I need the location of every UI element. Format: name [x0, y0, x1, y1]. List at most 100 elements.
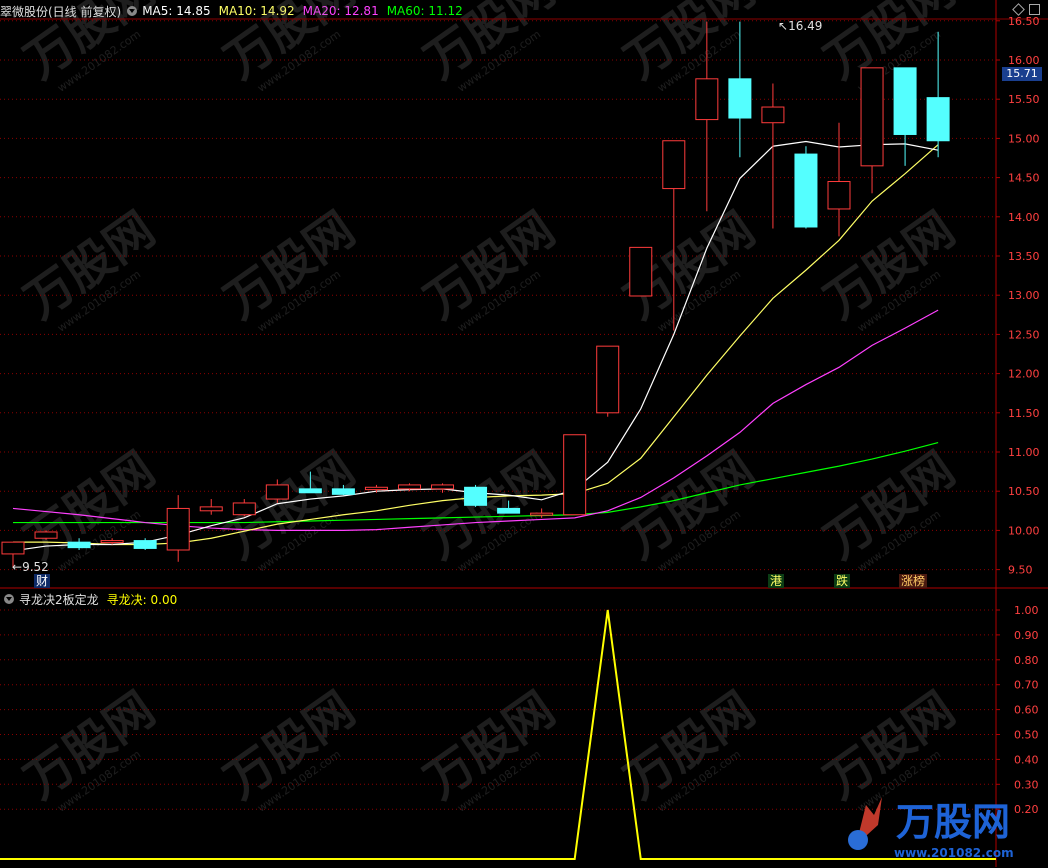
- candle-body: [563, 434, 587, 516]
- watermark-brand: 万股网: [15, 0, 165, 90]
- price-tick-label: 11.50: [1008, 407, 1040, 420]
- candle-body: [662, 140, 686, 190]
- logo-url-text: www.201082.com: [894, 846, 1014, 860]
- watermark: 万股网www.201082.com: [15, 681, 165, 814]
- chart-canvas[interactable]: 万股网www.201082.com 万股网www.201082.com 万股网www…: [0, 0, 1048, 867]
- watermark: 万股网www.201082.com: [415, 0, 565, 95]
- watermark: 万股网www.201082.com: [415, 441, 565, 574]
- candle-body: [926, 97, 950, 142]
- price-tick-label: 10.50: [1008, 485, 1040, 498]
- watermark-brand: 万股网: [215, 0, 365, 90]
- event-zhangbang-badge[interactable]: 涨榜: [899, 574, 928, 588]
- price-tick-label: 13.50: [1008, 250, 1040, 263]
- candle-body: [133, 540, 157, 549]
- candle: [596, 345, 620, 417]
- candle-body: [431, 484, 455, 490]
- current-price-tag: 15.71: [1002, 67, 1042, 81]
- price-tick-label: 12.50: [1008, 328, 1040, 341]
- brand-logo: 万股网 www.201082.com: [838, 785, 1044, 865]
- candle-body: [364, 486, 388, 491]
- watermark: 万股网www.201082.com: [815, 0, 965, 95]
- indicator-tick-label: 0.80: [1014, 654, 1039, 667]
- watermark: 万股网www.201082.com: [215, 201, 365, 334]
- watermark: 万股网www.201082.com: [615, 681, 765, 814]
- candle-body: [166, 507, 190, 551]
- watermark: 万股网www.201082.com: [415, 201, 565, 334]
- price-tick-label: 11.00: [1008, 446, 1040, 459]
- candle-body: [794, 153, 818, 228]
- candle-body: [695, 78, 719, 121]
- watermark-brand: 万股网: [815, 0, 965, 90]
- price-tick-label: 16.00: [1008, 54, 1040, 67]
- candle-body: [397, 484, 421, 490]
- candle-body: [100, 540, 124, 544]
- candle-body: [860, 67, 884, 167]
- price-tick-label: 16.50: [1008, 15, 1040, 28]
- price-tick-label: 14.50: [1008, 172, 1040, 185]
- price-tick-label: 13.00: [1008, 289, 1040, 302]
- brand-logo-graphic: 万股网 www.201082.com: [848, 797, 1014, 860]
- candle: [761, 83, 785, 229]
- candle: [563, 434, 587, 516]
- watermark-brand: 万股网: [415, 0, 565, 90]
- candle-body: [232, 502, 256, 516]
- candle-body: [331, 488, 355, 495]
- watermark: 万股网www.201082.com: [615, 441, 765, 574]
- price-tick-label: 12.00: [1008, 368, 1040, 381]
- candle: [199, 499, 223, 515]
- logo-brand-text: 万股网: [896, 800, 1010, 844]
- candle: [893, 67, 917, 166]
- candle-body: [893, 67, 917, 135]
- watermark: 万股网www.201082.com: [15, 0, 165, 95]
- watermark: 万股网www.201082.com: [815, 201, 965, 334]
- candle-body: [761, 106, 785, 124]
- watermark-layer: 万股网www.201082.com 万股网www.201082.com 万股网www…: [15, 0, 965, 815]
- indicator-tick-label: 0.70: [1014, 679, 1039, 692]
- candle: [860, 67, 884, 194]
- candle: [629, 246, 653, 297]
- candle-body: [67, 541, 91, 549]
- price-tick-label: 15.50: [1008, 93, 1040, 106]
- low-price-value: 9.52: [22, 560, 49, 574]
- watermark: 万股网www.201082.com: [815, 441, 965, 574]
- candle-body: [298, 488, 322, 494]
- candle-body: [827, 181, 851, 210]
- axis-layer: 16.50 16.00 15.50 15.00 14.50 14.00 13.50 13.00…: [996, 15, 1040, 816]
- price-tick-label: 9.50: [1008, 564, 1033, 577]
- candle: [464, 484, 488, 507]
- candle-body: [464, 486, 488, 506]
- watermark: 万股网www.201082.com: [215, 681, 365, 814]
- stock-chart-window: 翠微股份(日线 前复权) MA5: 14.85 MA10: 14.92 MA20…: [0, 0, 1048, 867]
- event-gang-badge[interactable]: 港: [768, 574, 785, 588]
- indicator-tick-label: 0.90: [1014, 629, 1039, 642]
- logo-figure-head: [848, 830, 868, 850]
- indicator-tick-label: 0.60: [1014, 704, 1039, 717]
- watermark: 万股网www.201082.com: [415, 681, 565, 814]
- candle-body: [497, 507, 521, 514]
- candle: [431, 483, 455, 493]
- candle: [794, 146, 818, 229]
- candle: [166, 495, 190, 562]
- low-arrow-icon: ←: [12, 560, 23, 574]
- price-tick-label: 14.00: [1008, 211, 1040, 224]
- candle-body: [265, 484, 289, 500]
- candle-body: [199, 506, 223, 512]
- indicator-tick-label: 1.00: [1014, 604, 1039, 617]
- candle-body: [1, 541, 25, 555]
- event-die-badge[interactable]: 跌: [834, 574, 851, 588]
- low-price-label: ←9.52: [10, 560, 51, 574]
- candle-body: [34, 531, 58, 539]
- event-cai-badge[interactable]: 财: [34, 574, 51, 588]
- candle: [827, 122, 851, 237]
- high-arrow-icon: ↖: [778, 19, 789, 33]
- price-tick-label: 15.00: [1008, 132, 1040, 145]
- candle-body: [596, 345, 620, 414]
- candle: [926, 31, 950, 158]
- candle: [34, 530, 58, 540]
- price-tick-label: 10.00: [1008, 524, 1040, 537]
- candle-body: [629, 246, 653, 297]
- watermark: 万股网www.201082.com: [15, 201, 165, 334]
- high-price-value: 16.49: [788, 19, 823, 33]
- indicator-tick-label: 0.50: [1014, 729, 1039, 742]
- candle-body: [530, 512, 554, 516]
